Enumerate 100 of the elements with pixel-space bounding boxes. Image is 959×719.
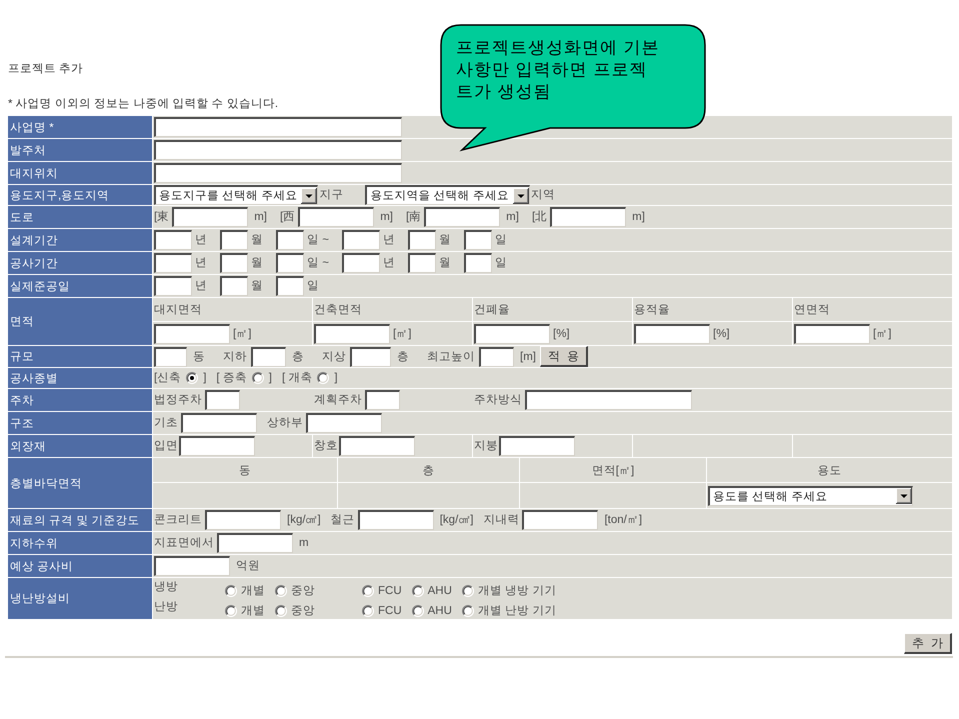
text-field[interactable] bbox=[306, 413, 382, 433]
dropdown[interactable]: 용도를 선택해 주세요 bbox=[708, 486, 913, 506]
radio-button[interactable] bbox=[462, 604, 474, 616]
field-label: 예상 공사비 bbox=[8, 555, 152, 577]
text-field[interactable] bbox=[499, 436, 575, 456]
text-field[interactable] bbox=[154, 276, 192, 296]
text-field[interactable] bbox=[172, 207, 248, 227]
text-field[interactable] bbox=[634, 324, 710, 344]
text-field[interactable] bbox=[794, 324, 870, 344]
callout-text: 프로젝트생성화면에 기본 사항만 입력하면 프로젝 트가 생성됨 bbox=[456, 37, 660, 103]
text-field[interactable] bbox=[154, 556, 230, 576]
text-field[interactable] bbox=[424, 207, 500, 227]
unit-label: 년 bbox=[195, 233, 207, 247]
column-heading: 동 bbox=[153, 458, 337, 482]
dropdown[interactable]: 용도지구를 선택해 주세요 bbox=[154, 185, 318, 205]
text-field[interactable] bbox=[154, 163, 402, 183]
text-field[interactable] bbox=[205, 390, 240, 410]
text-field[interactable] bbox=[154, 346, 187, 366]
unit-label: [kg/㎠] bbox=[440, 513, 474, 527]
field-caption: 콘크리트 bbox=[154, 513, 202, 527]
option-label: FCU bbox=[378, 604, 402, 618]
bracket-label: ] bbox=[203, 371, 206, 385]
dropdown[interactable]: 용도지역을 선택해 주세요 bbox=[365, 185, 530, 205]
text-field[interactable] bbox=[154, 230, 192, 250]
text-field[interactable] bbox=[550, 207, 626, 227]
unit-label: [%] bbox=[553, 326, 570, 340]
text-field[interactable] bbox=[298, 207, 374, 227]
text-field[interactable] bbox=[342, 253, 380, 273]
unit-label: 일 bbox=[494, 233, 507, 247]
text-field[interactable] bbox=[479, 346, 514, 366]
text-field[interactable] bbox=[154, 253, 192, 273]
text-field[interactable] bbox=[365, 390, 400, 410]
text-field[interactable] bbox=[154, 117, 402, 137]
bracket-label: ] bbox=[268, 371, 272, 385]
text-field[interactable] bbox=[350, 346, 391, 366]
radio-button[interactable] bbox=[225, 584, 237, 596]
field-label: 사업명 * bbox=[8, 116, 152, 138]
field-caption: 주차방식 bbox=[474, 393, 522, 407]
field-label: 공사기간 bbox=[8, 252, 152, 274]
field-caption: 법정주차 bbox=[154, 393, 202, 407]
text-field[interactable] bbox=[522, 510, 598, 530]
field-caption: 철근 bbox=[330, 513, 355, 527]
field-label: 실제준공일 bbox=[8, 275, 152, 297]
bracket-label: ] bbox=[334, 371, 338, 385]
radio-button[interactable] bbox=[362, 604, 374, 616]
radio-button[interactable] bbox=[412, 604, 424, 616]
text-field[interactable] bbox=[276, 253, 304, 273]
dropdown-arrow-icon bbox=[301, 188, 318, 204]
text-field[interactable] bbox=[220, 253, 248, 273]
radio-button[interactable] bbox=[362, 584, 374, 596]
radio-button[interactable] bbox=[252, 372, 264, 384]
text-field[interactable] bbox=[154, 140, 402, 160]
text-field[interactable] bbox=[358, 510, 434, 530]
unit-label: [㎡] bbox=[393, 326, 412, 340]
radio-button[interactable] bbox=[462, 584, 474, 596]
text-field[interactable] bbox=[339, 436, 415, 456]
text-field[interactable] bbox=[464, 253, 492, 273]
text-field[interactable] bbox=[179, 436, 255, 456]
radio-button[interactable] bbox=[317, 372, 330, 384]
unit-label: 월 bbox=[438, 256, 451, 270]
radio-button[interactable] bbox=[225, 604, 237, 616]
text-field[interactable] bbox=[217, 533, 293, 553]
text-field[interactable] bbox=[220, 276, 248, 296]
text-field[interactable] bbox=[464, 230, 492, 250]
text-field[interactable] bbox=[408, 230, 436, 250]
apply-button[interactable]: 적 용 bbox=[540, 346, 588, 367]
option-label: [ 개축 bbox=[282, 371, 312, 385]
field-caption: 지표면에서 bbox=[154, 536, 214, 550]
unit-label: 지역 bbox=[530, 188, 555, 202]
text-field[interactable] bbox=[181, 413, 257, 433]
text-field[interactable] bbox=[205, 510, 281, 530]
field-caption: 지내력 bbox=[483, 513, 520, 527]
radio-button[interactable] bbox=[275, 604, 287, 616]
text-field[interactable] bbox=[276, 230, 304, 250]
column-heading: 층 bbox=[338, 458, 519, 482]
field-caption: 기초 bbox=[154, 416, 178, 430]
unit-label: 년 bbox=[195, 256, 207, 270]
unit-label: 월 bbox=[251, 279, 263, 293]
text-field[interactable] bbox=[314, 324, 390, 344]
radio-button[interactable] bbox=[412, 584, 424, 596]
text-field[interactable] bbox=[154, 324, 230, 344]
text-field[interactable] bbox=[408, 253, 436, 273]
add-button[interactable]: 추 가 bbox=[904, 633, 952, 654]
field-caption: 입면 bbox=[154, 439, 178, 453]
unit-label: 년 bbox=[382, 233, 395, 247]
text-field[interactable] bbox=[276, 276, 304, 296]
unit-label: 월 bbox=[251, 233, 263, 247]
option-label: [신축 bbox=[154, 371, 182, 385]
text-field[interactable] bbox=[474, 324, 550, 344]
field-caption: 최고높이 bbox=[427, 350, 475, 364]
unit-label: [%] bbox=[713, 326, 730, 340]
text-field[interactable] bbox=[220, 230, 248, 250]
text-field[interactable] bbox=[525, 390, 692, 410]
option-label: [ 증축 bbox=[216, 371, 247, 385]
text-field[interactable] bbox=[342, 230, 380, 250]
field-label: 설계기간 bbox=[8, 229, 152, 251]
radio-button[interactable] bbox=[186, 372, 198, 384]
radio-button[interactable] bbox=[275, 584, 287, 596]
text-field[interactable] bbox=[251, 346, 286, 366]
unit-label: 년 bbox=[382, 256, 395, 270]
